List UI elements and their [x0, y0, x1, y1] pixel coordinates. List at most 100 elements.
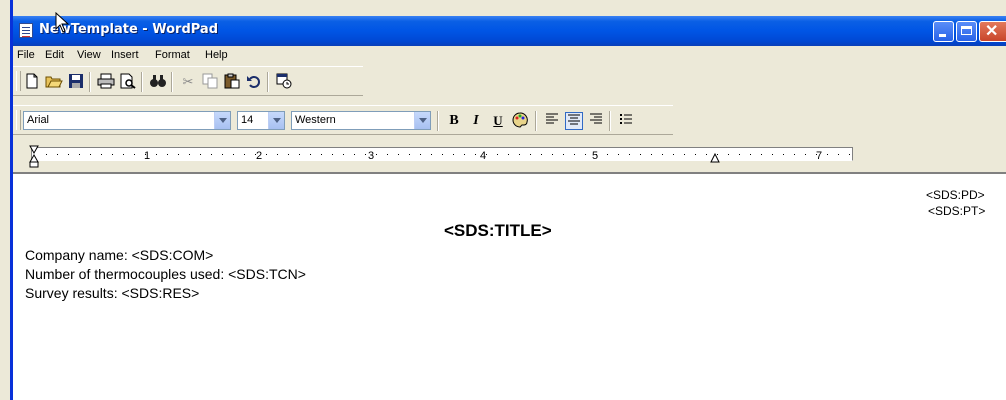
ruler[interactable]: 1 2 3 4 5 7 [13, 142, 1006, 172]
ruler-tick [761, 154, 762, 155]
ruler-tick [79, 154, 80, 155]
ruler-tick [585, 154, 586, 155]
ruler-tick [57, 154, 58, 155]
chevron-down-icon[interactable] [414, 112, 430, 129]
ruler-tick [310, 154, 311, 155]
font-name-value: Arial [27, 114, 50, 126]
find-icon[interactable] [149, 73, 167, 91]
ruler-label: 3 [368, 150, 374, 162]
ruler-tick [827, 154, 828, 155]
chevron-down-icon[interactable] [214, 112, 230, 129]
document-area[interactable]: <SDS:PD> <SDS:PT> <SDS:TITLE> Company na… [13, 172, 1006, 400]
ruler-tick [541, 154, 542, 155]
bold-button[interactable]: B [445, 112, 463, 130]
ruler-tick [167, 154, 168, 155]
menu-edit[interactable]: Edit [45, 49, 64, 61]
ruler-tick [68, 154, 69, 155]
ruler-tick [134, 154, 135, 155]
standard-toolbar: ✂ [13, 66, 363, 96]
line-company-name: Company name: <SDS:COM> [25, 247, 214, 263]
color-palette-icon[interactable] [511, 112, 529, 130]
insert-datetime-icon[interactable] [275, 73, 293, 91]
ruler-tick [156, 154, 157, 155]
chevron-down-icon[interactable] [268, 112, 284, 129]
toolbar-separator [267, 72, 269, 92]
ruler-tick [376, 154, 377, 155]
ruler-tick [618, 154, 619, 155]
ruler-tick [794, 154, 795, 155]
ruler-tick [563, 154, 564, 155]
ruler-tick [222, 154, 223, 155]
font-size-combobox[interactable]: 14 [237, 111, 285, 130]
ruler-tick [464, 154, 465, 155]
font-script-combobox[interactable]: Western [291, 111, 431, 130]
left-indent-marker[interactable] [29, 153, 39, 163]
menu-bar: File Edit View Insert Format Help [13, 46, 1006, 66]
ruler-tick [288, 154, 289, 155]
ruler-tick [178, 154, 179, 155]
menu-file[interactable]: File [17, 49, 35, 61]
ruler-scale: 1 2 3 4 5 7 [29, 145, 850, 168]
ruler-tick [431, 154, 432, 155]
font-name-combobox[interactable]: Arial [23, 111, 231, 130]
ruler-tick [46, 154, 47, 155]
ruler-tick [321, 154, 322, 155]
ruler-tick [387, 154, 388, 155]
undo-icon[interactable] [245, 73, 263, 91]
ruler-tick [673, 154, 674, 155]
wordpad-app-icon[interactable] [19, 23, 33, 38]
align-center-button[interactable] [565, 112, 583, 130]
save-icon[interactable] [67, 73, 85, 91]
ruler-tick [442, 154, 443, 155]
ruler-tick [101, 154, 102, 155]
ruler-tick [266, 154, 267, 155]
ruler-tick [453, 154, 454, 155]
font-script-value: Western [295, 114, 336, 126]
format-bar: Arial 14 Western B I U [13, 105, 673, 135]
ruler-tick [398, 154, 399, 155]
ruler-tick [607, 154, 608, 155]
bullets-button[interactable] [617, 112, 635, 130]
ruler-tick [662, 154, 663, 155]
ruler-tick [365, 154, 366, 155]
minimize-button[interactable] [933, 21, 954, 42]
ruler-tick [90, 154, 91, 155]
align-right-button[interactable] [587, 112, 605, 130]
cut-icon[interactable]: ✂ [179, 73, 197, 91]
align-left-button[interactable] [543, 112, 561, 130]
open-icon[interactable] [45, 73, 63, 91]
paste-icon[interactable] [223, 73, 241, 91]
menu-view[interactable]: View [77, 49, 101, 61]
ruler-tick [651, 154, 652, 155]
ruler-tick [299, 154, 300, 155]
print-preview-icon[interactable] [119, 73, 137, 91]
menu-help[interactable]: Help [205, 49, 228, 61]
toolbar-grip[interactable] [16, 71, 21, 91]
print-icon[interactable] [97, 73, 115, 91]
toolbar-separator [141, 72, 143, 92]
ruler-tick [849, 154, 850, 155]
format-bar-grip[interactable] [16, 110, 21, 130]
toolbar-separator [535, 111, 537, 131]
maximize-button[interactable] [956, 21, 977, 42]
menu-insert[interactable]: Insert [111, 49, 139, 61]
ruler-tick [706, 154, 707, 155]
menu-format[interactable]: Format [155, 49, 190, 61]
ruler-tick [233, 154, 234, 155]
left-margin-marker[interactable] [29, 161, 39, 168]
close-button[interactable]: ✕ [979, 21, 1006, 42]
copy-icon[interactable] [201, 73, 219, 91]
new-icon[interactable] [23, 73, 41, 91]
ruler-label: 4 [480, 150, 486, 162]
ruler-tick [475, 154, 476, 155]
ruler-tick [750, 154, 751, 155]
ruler-tick [838, 154, 839, 155]
right-indent-marker[interactable] [710, 152, 720, 163]
ruler-tick [508, 154, 509, 155]
first-line-indent-marker[interactable] [29, 145, 39, 155]
title-bar[interactable]: NewTemplate - WordPad ✕ [13, 16, 1006, 46]
underline-button[interactable]: U [489, 112, 507, 130]
italic-button[interactable]: I [467, 112, 485, 130]
ruler-tick [574, 154, 575, 155]
ruler-tick [332, 154, 333, 155]
